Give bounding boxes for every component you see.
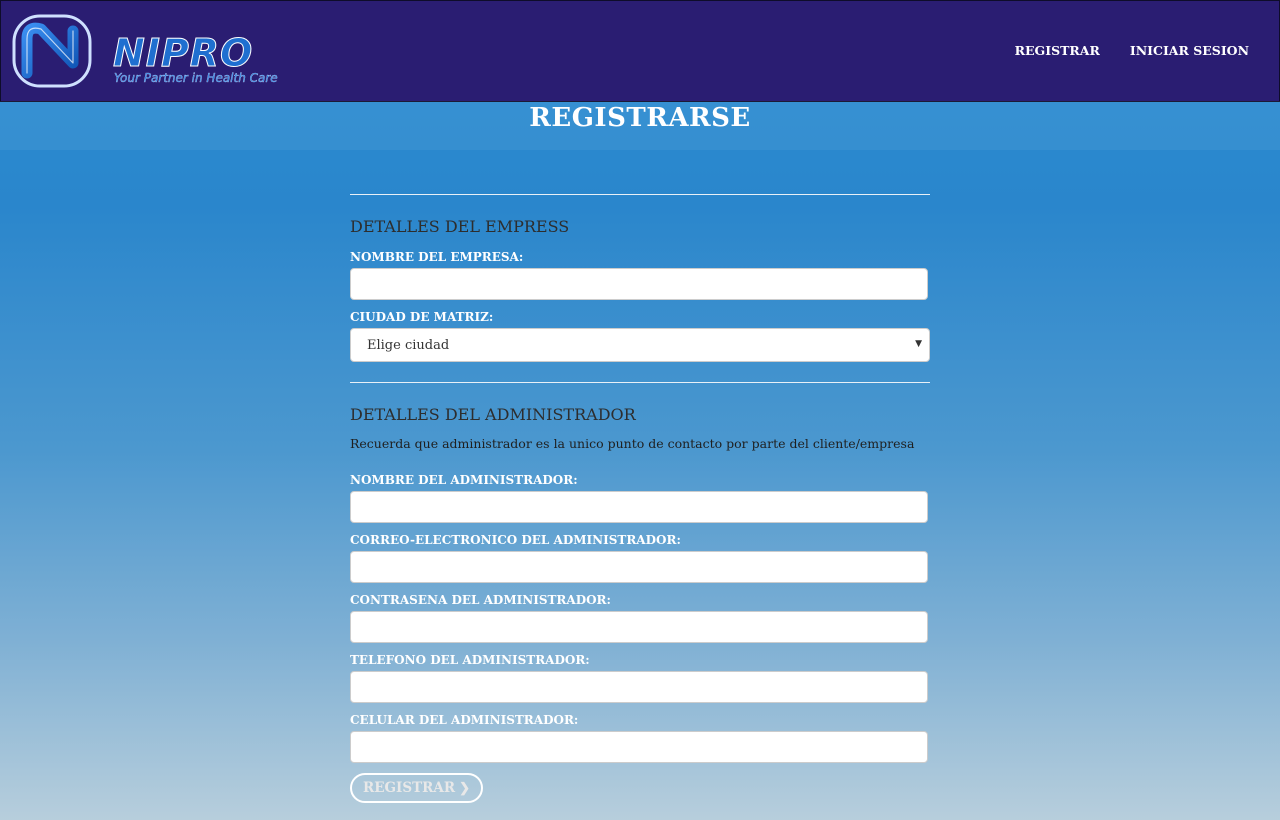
registration-form: DETALLES DEL EMPRESS NOMBRE DEL EMPRESA:… bbox=[350, 194, 930, 803]
page-title: REGISTRARSE bbox=[529, 103, 751, 133]
city-label: CIUDAD DE MATRIZ: bbox=[350, 310, 494, 324]
register-submit-label: REGISTRAR bbox=[363, 780, 456, 796]
nav-iniciar-sesion-link[interactable]: INICIAR SESION bbox=[1130, 43, 1249, 58]
chevron-right-icon: ❯ bbox=[459, 780, 470, 796]
admin-password-label: CONTRASENA DEL ADMINISTRADOR: bbox=[350, 593, 611, 607]
admin-email-label: CORREO-ELECTRONICO DEL ADMINISTRADOR: bbox=[350, 533, 681, 547]
admin-name-label: NOMBRE DEL ADMINISTRADOR: bbox=[350, 473, 578, 487]
brand-tagline: Your Partner in Health Care bbox=[114, 71, 278, 85]
company-name-input[interactable] bbox=[350, 268, 928, 300]
admin-phone-input[interactable] bbox=[350, 671, 928, 703]
register-submit-button[interactable]: REGISTRAR ❯ bbox=[350, 773, 483, 803]
admin-mobile-label: CELULAR DEL ADMINISTRADOR: bbox=[350, 713, 579, 727]
admin-phone-label: TELEFONO DEL ADMINISTRADOR: bbox=[350, 653, 590, 667]
logo-mark-icon bbox=[12, 14, 92, 88]
admin-name-input[interactable] bbox=[350, 491, 928, 523]
brand-name: NIPRO bbox=[112, 31, 254, 76]
nav-registrar-link[interactable]: REGISTRAR bbox=[1015, 43, 1100, 58]
admin-section-title: DETALLES DEL ADMINISTRADOR bbox=[350, 405, 636, 424]
nav-links: REGISTRAR INICIAR SESION bbox=[1015, 43, 1249, 58]
city-select-value: Elige ciudad bbox=[367, 338, 450, 353]
caret-down-icon: ▼ bbox=[915, 339, 922, 349]
navbar: NIPRO Your Partner in Health Care REGIST… bbox=[0, 0, 1280, 102]
section-divider bbox=[350, 194, 930, 195]
nipro-logo[interactable]: NIPRO Your Partner in Health Care bbox=[11, 13, 291, 93]
section-divider bbox=[350, 382, 930, 383]
city-select[interactable]: Elige ciudad ▼ bbox=[350, 328, 930, 362]
admin-section-note: Recuerda que administrador es la unico p… bbox=[350, 436, 915, 451]
admin-password-input[interactable] bbox=[350, 611, 928, 643]
admin-email-input[interactable] bbox=[350, 551, 928, 583]
company-name-label: NOMBRE DEL EMPRESA: bbox=[350, 250, 524, 264]
admin-mobile-input[interactable] bbox=[350, 731, 928, 763]
company-section-title: DETALLES DEL EMPRESS bbox=[350, 217, 570, 236]
